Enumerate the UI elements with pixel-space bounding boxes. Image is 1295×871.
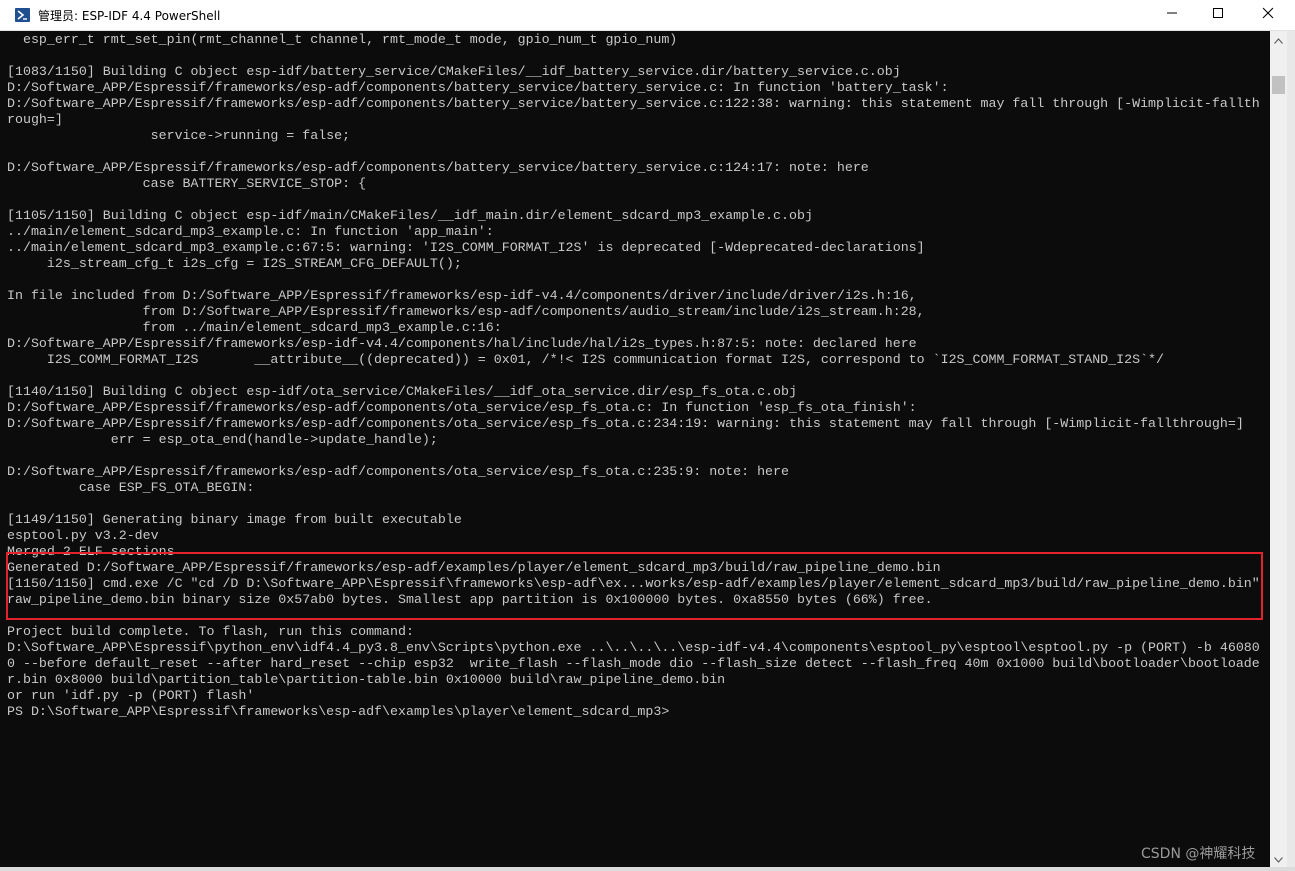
terminal-line: [1150/1150] cmd.exe /C "cd /D D:\Softwar… [7, 576, 1260, 591]
terminal-line: [1140/1150] Building C object esp-idf/ot… [7, 384, 797, 399]
terminal-line: 0 --before default_reset --after hard_re… [7, 656, 1260, 671]
terminal-line: [1149/1150] Generating binary image from… [7, 512, 462, 527]
vertical-scrollbar[interactable] [1270, 31, 1287, 867]
terminal-line: ../main/element_sdcard_mp3_example.c:67:… [7, 240, 925, 255]
terminal-line: D:/Software_APP/Espressif/frameworks/esp… [7, 400, 917, 415]
terminal-line: case ESP_FS_OTA_BEGIN: [7, 480, 255, 495]
scrollbar-thumb[interactable] [1272, 76, 1285, 94]
terminal-line: Merged 2 ELF sections [7, 544, 175, 559]
terminal-output[interactable]: esp_err_t rmt_set_pin(rmt_channel_t chan… [6, 32, 1268, 867]
csdn-watermark: CSDN @神耀科技 [1141, 846, 1256, 862]
terminal-line: PS D:\Software_APP\Espressif\frameworks\… [7, 704, 670, 719]
terminal-line: from D:/Software_APP/Espressif/framework… [7, 304, 925, 319]
terminal-line: service->running = false; [7, 128, 351, 143]
terminal-line: r.bin 0x8000 build\partition_table\parti… [7, 672, 726, 687]
maximize-button[interactable] [1195, 0, 1241, 30]
terminal-line: I2S_COMM_FORMAT_I2S __attribute__((depre… [7, 352, 1165, 367]
terminal-line: D:\Software_APP\Espressif\python_env\idf… [7, 640, 1260, 655]
scroll-up-arrow[interactable] [1270, 31, 1287, 48]
terminal-line: D:/Software_APP/Espressif/frameworks/esp… [7, 80, 949, 95]
terminal-line: D:/Software_APP/Espressif/frameworks/esp… [7, 96, 1260, 111]
terminal-line: raw_pipeline_demo.bin binary size 0x57ab… [7, 592, 933, 607]
terminal-line: D:/Software_APP/Espressif/frameworks/esp… [7, 464, 789, 479]
terminal-lines: esp_err_t rmt_set_pin(rmt_channel_t chan… [7, 32, 1268, 720]
terminal-line: D:/Software_APP/Espressif/frameworks/esp… [7, 416, 1244, 431]
terminal-line: In file included from D:/Software_APP/Es… [7, 288, 917, 303]
terminal-line: Project build complete. To flash, run th… [7, 624, 414, 639]
terminal-line: case BATTERY_SERVICE_STOP: { [7, 176, 367, 191]
desktop-background-strip [1287, 31, 1295, 871]
minimize-button[interactable] [1149, 0, 1195, 30]
terminal-line: or run 'idf.py -p (PORT) flash' [7, 688, 255, 703]
terminal-line: esp_err_t rmt_set_pin(rmt_channel_t chan… [7, 32, 678, 47]
chevron-down-icon [1274, 850, 1283, 868]
chevron-up-icon [1274, 31, 1283, 49]
scroll-down-arrow[interactable] [1270, 850, 1287, 867]
maximize-icon [1212, 6, 1224, 24]
terminal-line: D:/Software_APP/Espressif/frameworks/esp… [7, 160, 869, 175]
terminal-line: [1105/1150] Building C object esp-idf/ma… [7, 208, 813, 223]
close-icon [1262, 6, 1274, 24]
window-bottom-edge [0, 867, 1295, 871]
terminal-line: [1083/1150] Building C object esp-idf/ba… [7, 64, 901, 79]
title-bar[interactable]: 管理员: ESP-IDF 4.4 PowerShell [0, 0, 1295, 31]
terminal-line: esptool.py v3.2-dev [7, 528, 159, 543]
terminal-line: D:/Software_APP/Espressif/frameworks/esp… [7, 336, 917, 351]
terminal-line: err = esp_ota_end(handle->update_handle)… [7, 432, 438, 447]
terminal-line: ../main/element_sdcard_mp3_example.c: In… [7, 224, 494, 239]
minimize-icon [1166, 6, 1178, 24]
terminal-line: Generated D:/Software_APP/Espressif/fram… [7, 560, 941, 575]
powershell-icon [15, 8, 30, 22]
window-title: 管理员: ESP-IDF 4.4 PowerShell [38, 9, 221, 23]
close-button[interactable] [1241, 0, 1295, 30]
powershell-window: 管理员: ESP-IDF 4.4 PowerShell esp_err_t rm… [0, 0, 1295, 871]
terminal-line: rough=] [7, 112, 63, 127]
terminal-line: from ../main/element_sdcard_mp3_example.… [7, 320, 502, 335]
terminal-line: i2s_stream_cfg_t i2s_cfg = I2S_STREAM_CF… [7, 256, 462, 271]
